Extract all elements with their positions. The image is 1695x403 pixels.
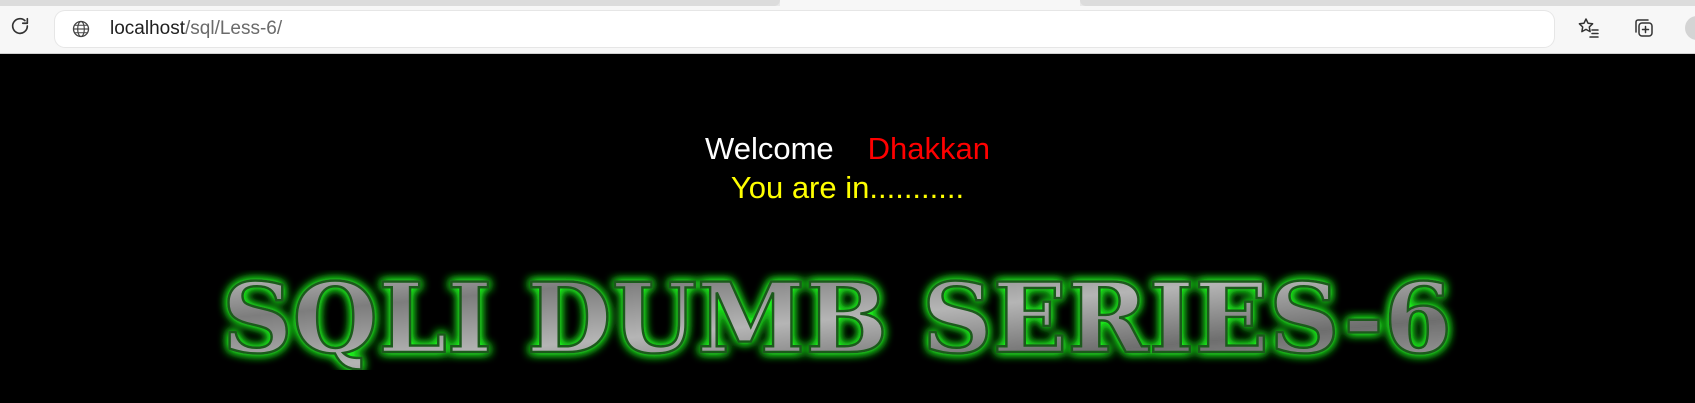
banner-title: SQLI DUMB SERIES-6 xyxy=(222,270,1452,370)
address-bar[interactable]: localhost/sql/Less-6/ xyxy=(55,11,1554,47)
reload-button[interactable] xyxy=(6,12,34,40)
favorites-button[interactable] xyxy=(1574,13,1604,43)
reload-icon xyxy=(11,17,29,35)
globe-icon xyxy=(72,20,90,38)
avatar[interactable] xyxy=(1685,16,1695,40)
welcome-label: Welcome xyxy=(705,131,834,166)
inactive-tab-right[interactable] xyxy=(1080,0,1695,6)
url-path: /sql/Less-6/ xyxy=(185,18,283,39)
site-info-button[interactable] xyxy=(71,19,91,39)
tab-strip xyxy=(0,0,1695,6)
collections-button[interactable] xyxy=(1629,13,1659,43)
url-text[interactable]: localhost/sql/Less-6/ xyxy=(110,18,282,40)
inactive-tab-left[interactable] xyxy=(0,0,780,6)
user-name: Dhakkan xyxy=(867,131,990,166)
collections-icon xyxy=(1635,19,1653,37)
status-message: You are in........... xyxy=(730,170,965,205)
active-tab[interactable] xyxy=(780,0,1080,6)
url-host: localhost xyxy=(110,18,185,39)
welcome-line: Welcome Dhakkan xyxy=(0,131,1695,167)
page-content: Welcome Dhakkan You are in........... SQ… xyxy=(0,55,1695,403)
banner-image: SQLI DUMB SERIES-6 xyxy=(221,270,1454,370)
star-list-icon xyxy=(1578,18,1599,38)
browser-toolbar: localhost/sql/Less-6/ xyxy=(0,0,1695,54)
